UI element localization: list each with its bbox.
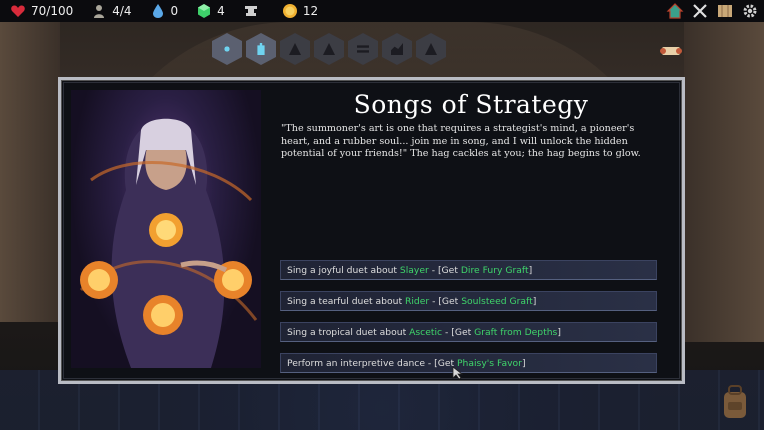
choice-reward: Graft from Depths — [474, 326, 558, 338]
flame-icon — [323, 43, 335, 55]
water-value: 0 — [170, 4, 179, 18]
scroll-icon[interactable] — [660, 44, 682, 58]
gems-value: 4 — [217, 4, 225, 18]
choice-reward: Phaisy's Favor — [457, 357, 522, 369]
event-portrait-hag — [71, 90, 261, 368]
event-choices: Sing a joyful duet about Slayer - [Get D… — [280, 260, 657, 384]
flame-icon — [289, 43, 301, 55]
floor-progress-track — [212, 33, 450, 65]
floor-hex-5 — [348, 33, 378, 65]
choice-text: ] — [528, 264, 533, 276]
dragon-icon — [391, 43, 403, 55]
choice-text: - [Get — [428, 264, 461, 276]
floor-hex-2 — [246, 33, 276, 65]
choice-text: ] — [521, 357, 526, 369]
hag-illustration — [79, 118, 258, 368]
choice-text: - [Get — [442, 326, 475, 338]
choice-subject: Ascetic — [409, 326, 443, 338]
choice-subject: Slayer — [399, 264, 429, 276]
choice-reward: Dire Fury Graft — [460, 264, 529, 276]
health-display: 70/100 — [10, 3, 73, 19]
party-value: 4/4 — [112, 4, 132, 18]
tools-button[interactable] — [690, 1, 710, 21]
choice-text: Sing a joyful duet about — [287, 264, 400, 276]
gems-display: 4 — [196, 3, 225, 19]
party-icon — [94, 5, 105, 18]
forge-display — [243, 3, 264, 19]
gold-coin-icon — [282, 4, 297, 18]
gold-value: 12 — [302, 4, 319, 18]
choice-text: Sing a tearful duet about — [287, 295, 405, 307]
gear-icon — [743, 4, 757, 18]
water-display: 0 — [150, 3, 179, 19]
choice-text: Perform an interpretive dance - [Get — [287, 357, 458, 369]
choice-text: Sing a tropical duet about — [287, 326, 410, 338]
event-title: Songs of Strategy — [353, 90, 589, 119]
flame-icon — [425, 43, 437, 55]
mouse-cursor-icon — [452, 366, 464, 380]
choice-tearful-duet[interactable]: Sing a tearful duet about Rider - [Get S… — [280, 291, 657, 311]
choice-joyful-duet[interactable]: Sing a joyful duet about Slayer - [Get D… — [280, 260, 657, 280]
health-value: 70/100 — [31, 4, 74, 18]
gold-display: 12 — [282, 3, 318, 19]
top-hud: 70/100 4/4 0 4 12 — [0, 0, 764, 22]
water-drop-icon — [152, 4, 163, 18]
map-icon — [718, 5, 732, 17]
heart-icon — [11, 5, 25, 17]
anvil-icon — [244, 6, 257, 16]
party-display: 4/4 — [91, 3, 132, 19]
choice-tropical-duet[interactable]: Sing a tropical duet about Ascetic - [Ge… — [280, 322, 657, 342]
floor-hex-6 — [382, 33, 412, 65]
map-button[interactable] — [715, 1, 735, 21]
event-panel: Songs of Strategy "The summoner's art is… — [58, 77, 685, 384]
background-pillar-right — [684, 22, 764, 342]
choice-text: ] — [557, 326, 561, 338]
choice-subject: Rider — [404, 295, 430, 307]
event-description: "The summoner's art is one that requires… — [281, 123, 641, 159]
choice-reward: Soulsteed Graft — [461, 295, 533, 307]
settings-button[interactable] — [740, 1, 760, 21]
floor-hex-4 — [314, 33, 344, 65]
choice-text: - [Get — [429, 295, 462, 307]
background-pillar-left — [0, 22, 60, 322]
hud-menu-buttons — [660, 1, 760, 21]
crossed-tools-icon — [693, 4, 707, 18]
floor-hex-3 — [280, 33, 310, 65]
star-icon — [221, 43, 233, 55]
gem-icon — [198, 4, 211, 18]
choice-interpretive-dance[interactable]: Perform an interpretive dance - [Get Pha… — [280, 353, 657, 373]
home-icon — [666, 3, 684, 19]
choice-text: ] — [532, 295, 537, 307]
home-button[interactable] — [665, 1, 685, 21]
tower-icon — [257, 43, 265, 55]
waves-icon — [357, 45, 369, 53]
floor-hex-1 — [212, 33, 242, 65]
floor-hex-7 — [416, 33, 446, 65]
backpack-icon[interactable] — [720, 382, 750, 422]
